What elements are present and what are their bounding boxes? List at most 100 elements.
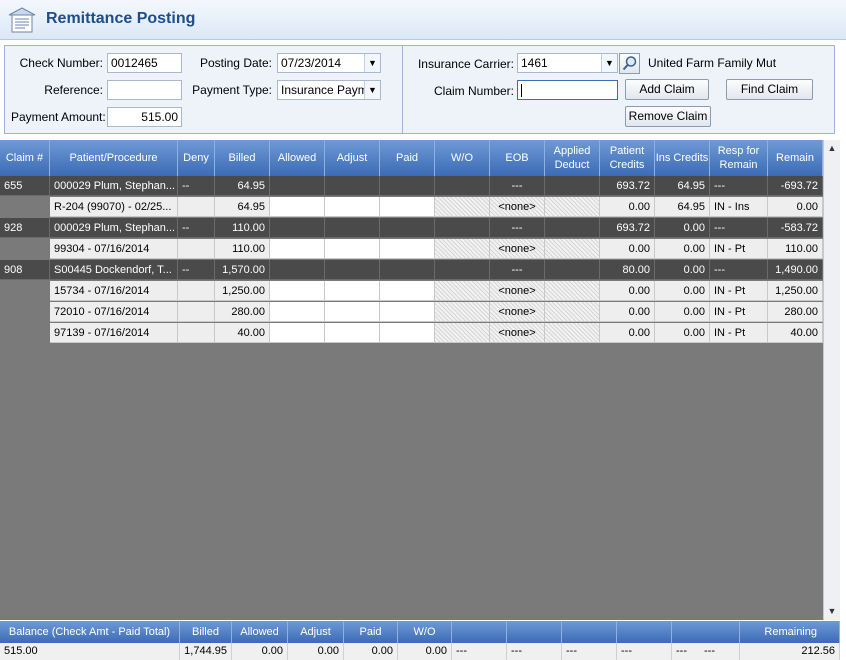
totals-header-wo: W/O	[398, 621, 452, 643]
procedure-row[interactable]: 15734 - 07/16/2014 1,250.00 <none> 0.00 0.00…	[0, 281, 823, 301]
column-header-applied-deduct[interactable]: Applied Deduct	[545, 140, 600, 176]
cell-eob: <none>	[490, 302, 545, 322]
posting-date-value: 07/23/2014	[281, 56, 342, 70]
cell-resp-for-remain: ---	[710, 260, 768, 280]
totals-header: Balance (Check Amt - Paid Total) Billed Al…	[0, 621, 840, 643]
column-header-deny[interactable]: Deny	[178, 140, 215, 176]
procedure-row[interactable]: 72010 - 07/16/2014 280.00 <none> 0.00 0.00 IN…	[0, 302, 823, 322]
totals-value-remaining: 212.56	[740, 643, 840, 660]
totals-header-paid: Paid	[344, 621, 398, 643]
chevron-down-icon[interactable]: ▼	[601, 54, 617, 72]
cell-billed: 40.00	[215, 323, 270, 343]
claim-number-input[interactable]	[517, 80, 618, 100]
text-cursor	[521, 84, 522, 98]
totals-value-blank-6: ---	[704, 645, 715, 657]
vertical-scrollbar[interactable]: ▲ ▼	[823, 140, 840, 620]
column-header-adjust[interactable]: Adjust	[325, 140, 380, 176]
page-title: Remittance Posting	[46, 10, 196, 27]
cell-adjust[interactable]	[325, 323, 380, 343]
add-claim-button[interactable]: Add Claim	[625, 79, 709, 100]
scroll-down-icon[interactable]: ▼	[824, 603, 840, 619]
cell-allowed[interactable]	[270, 323, 325, 343]
cell-paid	[380, 260, 435, 280]
cell-resp-for-remain: IN - Pt	[710, 239, 768, 259]
search-icon	[622, 56, 637, 71]
totals-row: 515.00 1,744.95 0.00 0.00 0.00 0.00 --- --- --- -…	[0, 643, 840, 660]
procedure-row[interactable]: 97139 - 07/16/2014 40.00 <none> 0.00 0.00 IN …	[0, 323, 823, 343]
column-header-remain[interactable]: Remain	[768, 140, 823, 176]
cell-adjust[interactable]	[325, 302, 380, 322]
cell-allowed[interactable]	[270, 302, 325, 322]
cell-allowed[interactable]	[270, 197, 325, 217]
chevron-down-icon[interactable]: ▼	[364, 54, 380, 72]
column-header-patient-procedure[interactable]: Patient/Procedure	[50, 140, 178, 176]
cell-billed: 1,250.00	[215, 281, 270, 301]
cell-paid[interactable]	[380, 302, 435, 322]
cell-applied-deduct	[545, 302, 600, 322]
grid-header: Claim # Patient/Procedure Deny Billed Allowe…	[0, 140, 823, 176]
cell-eob: ---	[490, 260, 545, 280]
totals-value-balance: 515.00	[0, 643, 180, 660]
cell-paid	[380, 218, 435, 238]
cell-billed: 110.00	[215, 218, 270, 238]
payment-type-select[interactable]: Insurance Payme ▼	[277, 80, 381, 100]
cell-patient-procedure: 000029 Plum, Stephan...	[50, 218, 178, 238]
column-header-wo[interactable]: W/O	[435, 140, 490, 176]
column-header-ins-credits[interactable]: Ins Credits	[655, 140, 710, 176]
insurance-carrier-label: Insurance Carrier:	[417, 57, 514, 71]
cell-wo	[435, 302, 490, 322]
totals-value-wo: 0.00	[398, 643, 452, 660]
insurance-carrier-select[interactable]: 1461 ▼	[517, 53, 618, 73]
cell-paid[interactable]	[380, 197, 435, 217]
check-number-label: Check Number:	[19, 56, 103, 70]
column-header-patient-credits[interactable]: Patient Credits	[600, 140, 655, 176]
cell-remain: 110.00	[768, 239, 823, 259]
cell-adjust[interactable]	[325, 281, 380, 301]
cell-resp-for-remain: IN - Ins	[710, 197, 768, 217]
cell-claim-number	[0, 302, 50, 322]
carrier-search-button[interactable]	[619, 53, 640, 74]
totals-value-billed: 1,744.95	[180, 643, 232, 660]
cell-paid[interactable]	[380, 239, 435, 259]
reference-field[interactable]	[107, 80, 182, 100]
cell-adjust[interactable]	[325, 239, 380, 259]
cell-allowed[interactable]	[270, 281, 325, 301]
claim-row[interactable]: 908 S00445 Dockendorf, T... -- 1,570.00 --- 8…	[0, 260, 823, 280]
cell-eob: <none>	[490, 281, 545, 301]
column-header-billed[interactable]: Billed	[215, 140, 270, 176]
cell-eob: <none>	[490, 323, 545, 343]
cell-remain: 280.00	[768, 302, 823, 322]
cell-paid[interactable]	[380, 323, 435, 343]
cell-wo	[435, 176, 490, 196]
cell-patient-credits: 0.00	[600, 239, 655, 259]
cell-adjust[interactable]	[325, 197, 380, 217]
remove-claim-button[interactable]: Remove Claim	[625, 106, 711, 127]
scroll-up-icon[interactable]: ▲	[824, 140, 840, 156]
check-number-field[interactable]: 0012465	[107, 53, 182, 73]
column-header-resp-for-remain[interactable]: Resp for Remain	[710, 140, 768, 176]
column-header-eob[interactable]: EOB	[490, 140, 545, 176]
cell-patient-credits: 80.00	[600, 260, 655, 280]
column-header-claim-number[interactable]: Claim #	[0, 140, 50, 176]
reference-label: Reference:	[44, 83, 103, 97]
cell-claim-number	[0, 323, 50, 343]
cell-allowed[interactable]	[270, 239, 325, 259]
claim-row[interactable]: 928 000029 Plum, Stephan... -- 110.00 --- 693…	[0, 218, 823, 238]
chevron-down-icon[interactable]: ▼	[364, 81, 380, 99]
find-claim-button[interactable]: Find Claim	[726, 79, 813, 100]
cell-paid[interactable]	[380, 281, 435, 301]
cell-wo	[435, 323, 490, 343]
procedure-row[interactable]: 99304 - 07/16/2014 110.00 <none> 0.00 0.00 IN…	[0, 239, 823, 259]
cell-remain: -693.72	[768, 176, 823, 196]
payment-amount-field[interactable]: 515.00	[107, 107, 182, 127]
claim-row[interactable]: 655 000029 Plum, Stephan... -- 64.95 --- 693.…	[0, 176, 823, 196]
scroll-thumb[interactable]	[826, 157, 838, 597]
procedure-row[interactable]: R-204 (99070) - 02/25... 64.95 <none> 0.00 6…	[0, 197, 823, 217]
posting-date-select[interactable]: 07/23/2014 ▼	[277, 53, 381, 73]
cell-billed: 110.00	[215, 239, 270, 259]
cell-patient-procedure: 97139 - 07/16/2014	[50, 323, 178, 343]
cell-patient-procedure: S00445 Dockendorf, T...	[50, 260, 178, 280]
cell-resp-for-remain: ---	[710, 218, 768, 238]
column-header-paid[interactable]: Paid	[380, 140, 435, 176]
column-header-allowed[interactable]: Allowed	[270, 140, 325, 176]
